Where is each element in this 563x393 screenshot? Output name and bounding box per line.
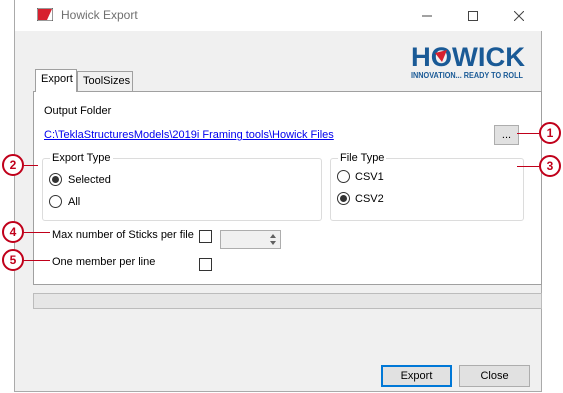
window-title: Howick Export [61,8,138,22]
one-member-checkbox[interactable] [199,258,212,271]
minimize-button[interactable] [404,0,450,31]
callout-line [24,260,50,261]
app-icon [37,8,53,21]
close-button[interactable]: Close [459,365,530,387]
export-type-legend: Export Type [50,152,113,164]
minimize-icon [422,15,432,16]
file-type-group [330,158,524,221]
radio-dot [340,195,347,202]
tab-toolsizes-label: ToolSizes [83,75,131,87]
csv1-radio-label[interactable]: CSV1 [355,171,384,183]
csv2-radio-label[interactable]: CSV2 [355,193,384,205]
callout-3: 3 [539,155,561,177]
spinner-arrows-icon[interactable] [268,232,278,247]
csv1-radio[interactable] [337,170,350,183]
all-radio-label[interactable]: All [68,196,80,208]
howick-logo: HOWICK INNOVATION... READY TO ROLL [411,42,526,80]
max-sticks-spinner[interactable] [220,230,281,249]
max-sticks-label: Max number of Sticks per file [52,229,194,241]
csv2-radio[interactable] [337,192,350,205]
tab-toolsizes[interactable]: ToolSizes [77,71,133,91]
close-icon [514,10,524,21]
svg-text:HOWICK: HOWICK [411,42,526,72]
max-sticks-checkbox[interactable] [199,230,212,243]
maximize-icon [468,10,478,21]
export-button[interactable]: Export [381,365,452,387]
callout-2: 2 [2,154,24,176]
callout-4: 4 [2,221,24,243]
title-bar: Howick Export [15,0,543,31]
close-window-button[interactable] [496,0,542,31]
svg-text:INNOVATION... READY TO ROLL: INNOVATION... READY TO ROLL [411,71,523,80]
output-folder-label: Output Folder [44,105,112,117]
tab-export-label: Export [41,73,73,85]
export-dialog-window: Howick Export HOWICK INNOVATION... READY… [14,0,543,392]
radio-dot [52,176,59,183]
callout-line [517,133,539,134]
callout-1: 1 [539,122,561,144]
export-progress-bar [33,293,542,309]
callout-5: 5 [2,249,24,271]
all-radio[interactable] [49,195,62,208]
callout-line [517,166,539,167]
one-member-label: One member per line [52,256,156,268]
maximize-button[interactable] [450,0,496,31]
file-type-legend: File Type [338,152,387,164]
export-tab-panel: Output Folder C:\TeklaStructuresModels\2… [33,91,542,285]
browse-button[interactable]: ... [494,125,519,145]
export-type-group [42,158,322,221]
selected-radio-label[interactable]: Selected [68,174,111,186]
selected-radio[interactable] [49,173,62,186]
output-folder-link[interactable]: C:\TeklaStructuresModels\2019i Framing t… [44,129,334,141]
callout-line [24,165,38,166]
callout-line [24,232,50,233]
tab-export[interactable]: Export [35,69,77,92]
